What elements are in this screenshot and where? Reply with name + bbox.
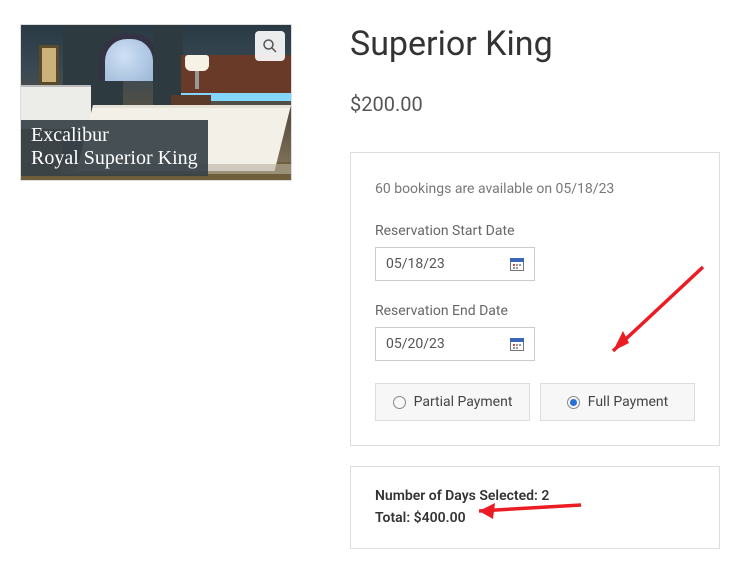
- image-caption: Excalibur Royal Superior King: [21, 120, 208, 176]
- end-date-input[interactable]: 05/20/23: [375, 327, 535, 361]
- radio-icon: [567, 396, 580, 409]
- end-date-value: 05/20/23: [386, 336, 445, 352]
- full-payment-option[interactable]: Full Payment: [540, 383, 695, 421]
- start-date-label: Reservation Start Date: [375, 223, 695, 239]
- end-date-label: Reservation End Date: [375, 303, 695, 319]
- radio-icon: [393, 396, 406, 409]
- total-row: Total: $400.00: [375, 507, 695, 529]
- product-price: $200.00: [350, 92, 720, 116]
- days-selected-row: Number of Days Selected: 2: [375, 485, 695, 507]
- image-caption-line1: Excalibur: [31, 124, 198, 147]
- days-selected-value: 2: [541, 488, 549, 504]
- days-selected-label: Number of Days Selected:: [375, 488, 538, 504]
- partial-payment-option[interactable]: Partial Payment: [375, 383, 530, 421]
- product-title: Superior King: [350, 24, 720, 64]
- total-label: Total:: [375, 510, 410, 526]
- booking-box: 60 bookings are available on 05/18/23 Re…: [350, 152, 720, 446]
- zoom-icon[interactable]: [255, 31, 285, 61]
- image-caption-line2: Royal Superior King: [31, 147, 198, 170]
- partial-payment-label: Partial Payment: [414, 394, 513, 410]
- calendar-icon[interactable]: [510, 257, 524, 271]
- total-value: $400.00: [414, 510, 466, 526]
- product-image[interactable]: Excalibur Royal Superior King: [20, 24, 292, 181]
- availability-text: 60 bookings are available on 05/18/23: [375, 181, 695, 197]
- calendar-icon[interactable]: [510, 337, 524, 351]
- start-date-value: 05/18/23: [386, 256, 445, 272]
- summary-box: Number of Days Selected: 2 Total: $400.0…: [350, 466, 720, 549]
- full-payment-label: Full Payment: [588, 394, 669, 410]
- start-date-input[interactable]: 05/18/23: [375, 247, 535, 281]
